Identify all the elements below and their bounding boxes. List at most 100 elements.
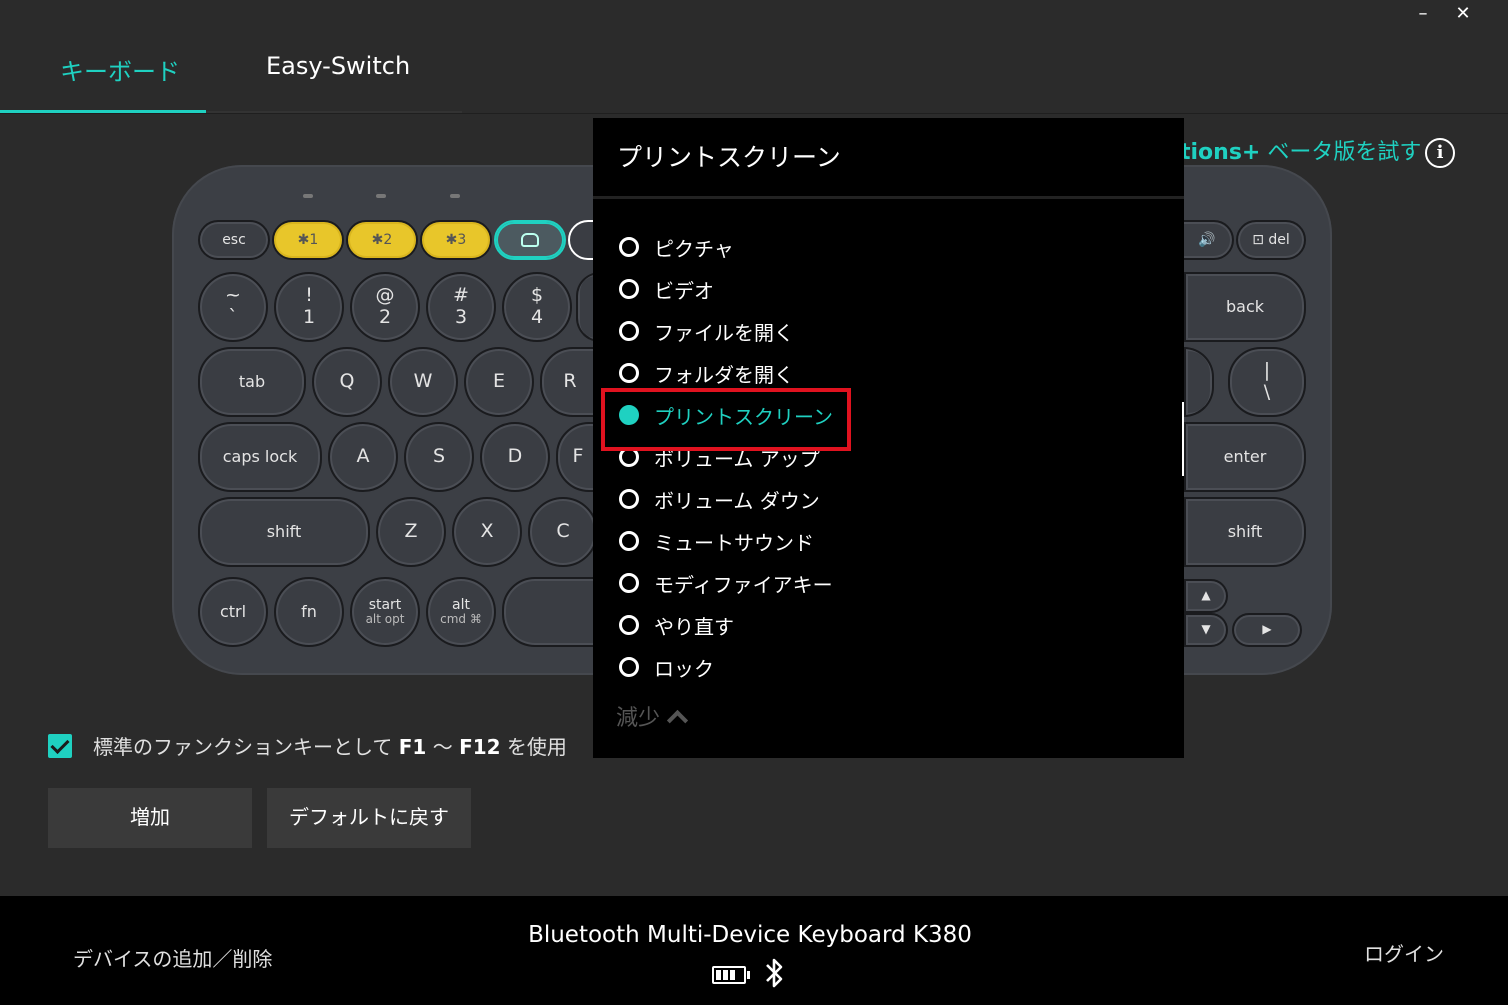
key-1[interactable]: ! 1 [274, 272, 344, 342]
list-item-modifier-key[interactable]: モディファイアキー [619, 562, 833, 604]
bluetooth-icon [766, 958, 783, 988]
key-q[interactable]: Q [312, 347, 382, 417]
list-item-redo[interactable]: やり直す [619, 604, 734, 646]
radio-icon [619, 657, 639, 677]
keyboard-led [303, 194, 313, 198]
key-x[interactable]: X [452, 497, 522, 567]
options-beta-link[interactable]: tions+ ベータ版を試す [1180, 134, 1421, 166]
key-del[interactable]: ⊡ del [1236, 220, 1306, 260]
key-lower: cmd ⌘ [440, 612, 482, 627]
key-z[interactable]: Z [376, 497, 446, 567]
radio-icon [619, 573, 639, 593]
key-lower: alt opt [365, 612, 405, 627]
key-backspace[interactable]: back [1184, 272, 1306, 342]
key-upper: | [1263, 359, 1271, 382]
list-item-open-file[interactable]: ファイルを開く [619, 310, 794, 352]
key-space[interactable] [502, 577, 600, 647]
key-enter[interactable]: enter [1184, 422, 1306, 492]
radio-icon [619, 279, 639, 299]
key-lower: \ [1263, 381, 1271, 403]
minimize-button[interactable]: – [1403, 0, 1443, 28]
key-f1[interactable]: ✱1 [272, 220, 344, 260]
add-remove-device-link[interactable]: デバイスの追加／削除 [73, 943, 272, 972]
key-a[interactable]: A [328, 422, 398, 492]
standard-fn-keys-checkbox[interactable] [48, 734, 72, 758]
collapse-button[interactable]: 減少 [616, 700, 689, 732]
key-shift-right[interactable]: shift [1184, 497, 1306, 567]
key-f3[interactable]: ✱3 [420, 220, 492, 260]
key-e[interactable]: E [464, 347, 534, 417]
label-text: 〜 [426, 735, 460, 759]
key-c[interactable]: C [528, 497, 598, 567]
label-text: 標準のファンクションキーとして [93, 735, 399, 759]
key-upper: $ [530, 284, 544, 307]
collapse-label: 減少 [616, 706, 661, 731]
key-upper: alt [452, 597, 470, 614]
key-backslash[interactable]: | \ [1228, 347, 1306, 417]
restore-defaults-button[interactable]: デフォルトに戻す [267, 788, 471, 848]
key-tilde[interactable]: ~ ` [198, 272, 268, 342]
info-icon[interactable]: i [1425, 138, 1455, 168]
key-fn[interactable]: fn [274, 577, 344, 647]
item-label: ファイルを開く [654, 320, 794, 345]
list-item-lock[interactable]: ロック [619, 646, 714, 681]
key-upper: ! [305, 284, 313, 307]
options-brand: tions+ [1180, 140, 1261, 165]
label-text: を使用 [500, 735, 567, 759]
key-lower: 3 [454, 306, 468, 328]
key-down[interactable]: ▼ [1184, 613, 1228, 647]
key-up[interactable]: ▲ [1184, 579, 1228, 613]
key-esc[interactable]: esc [198, 220, 270, 260]
radio-icon [619, 237, 639, 257]
list-item-picture[interactable]: ピクチャ [619, 226, 734, 268]
list-item-video[interactable]: ビデオ [619, 268, 714, 310]
key-start[interactable]: start alt opt [350, 577, 420, 647]
key-2[interactable]: @2 [350, 272, 420, 342]
key-lower: 2 [378, 306, 392, 328]
key-r[interactable]: R [540, 347, 600, 417]
login-link[interactable]: ログイン [1364, 938, 1444, 967]
tab-easy-switch[interactable]: Easy-Switch [266, 52, 410, 80]
label-f12: F12 [459, 735, 501, 759]
standard-fn-keys-label: 標準のファンクションキーとして F1 〜 F12 を使用 [93, 731, 567, 760]
list-scrollbar[interactable] [1182, 402, 1184, 476]
key-ctrl[interactable]: ctrl [198, 577, 268, 647]
list-item-volume-down[interactable]: ボリューム ダウン [619, 478, 820, 520]
key-volume[interactable]: 🔊 [1180, 220, 1234, 260]
key-lower: 1 [302, 306, 316, 328]
item-label: フォルダを開く [654, 362, 794, 387]
keyboard-led [376, 194, 386, 198]
key-tab[interactable]: tab [198, 347, 306, 417]
key-w[interactable]: W [388, 347, 458, 417]
radio-icon [619, 489, 639, 509]
key-right[interactable]: ▶ [1232, 613, 1302, 647]
add-button[interactable]: 増加 [48, 788, 252, 848]
device-name: Bluetooth Multi-Device Keyboard K380 [528, 922, 972, 948]
list-item-mute[interactable]: ミュートサウンド [619, 520, 814, 562]
beta-text: ベータ版を試す [1260, 140, 1422, 165]
header-divider [0, 113, 1508, 114]
key-f4[interactable] [494, 220, 566, 260]
close-button[interactable]: ✕ [1443, 0, 1483, 28]
speaker-icon: 🔊 [1198, 231, 1216, 248]
action-list: ピクチャ ビデオ ファイルを開く フォルダを開く プリントスクリーン ボリューム… [593, 226, 1153, 681]
dropdown-title: プリントスクリーン [617, 143, 841, 172]
item-label: ピクチャ [654, 236, 734, 261]
key-upper: # [453, 284, 469, 307]
key-caps-lock[interactable]: caps lock [198, 422, 322, 492]
radio-icon [619, 321, 639, 341]
annotation-highlight-box [601, 388, 851, 451]
battery-icon [712, 966, 750, 984]
key-s[interactable]: S [404, 422, 474, 492]
key-d[interactable]: D [480, 422, 550, 492]
key-lower: ` [228, 306, 238, 328]
key-shift-left[interactable]: shift [198, 497, 370, 567]
key-alt[interactable]: alt cmd ⌘ [426, 577, 496, 647]
tab-keyboard[interactable]: キーボード [60, 52, 180, 87]
item-label: ボリューム ダウン [654, 488, 820, 513]
label-f1: F1 [398, 735, 427, 759]
key-upper: start [368, 597, 402, 614]
key-4[interactable]: $4 [502, 272, 572, 342]
key-3[interactable]: #3 [426, 272, 496, 342]
key-f2[interactable]: ✱2 [346, 220, 418, 260]
